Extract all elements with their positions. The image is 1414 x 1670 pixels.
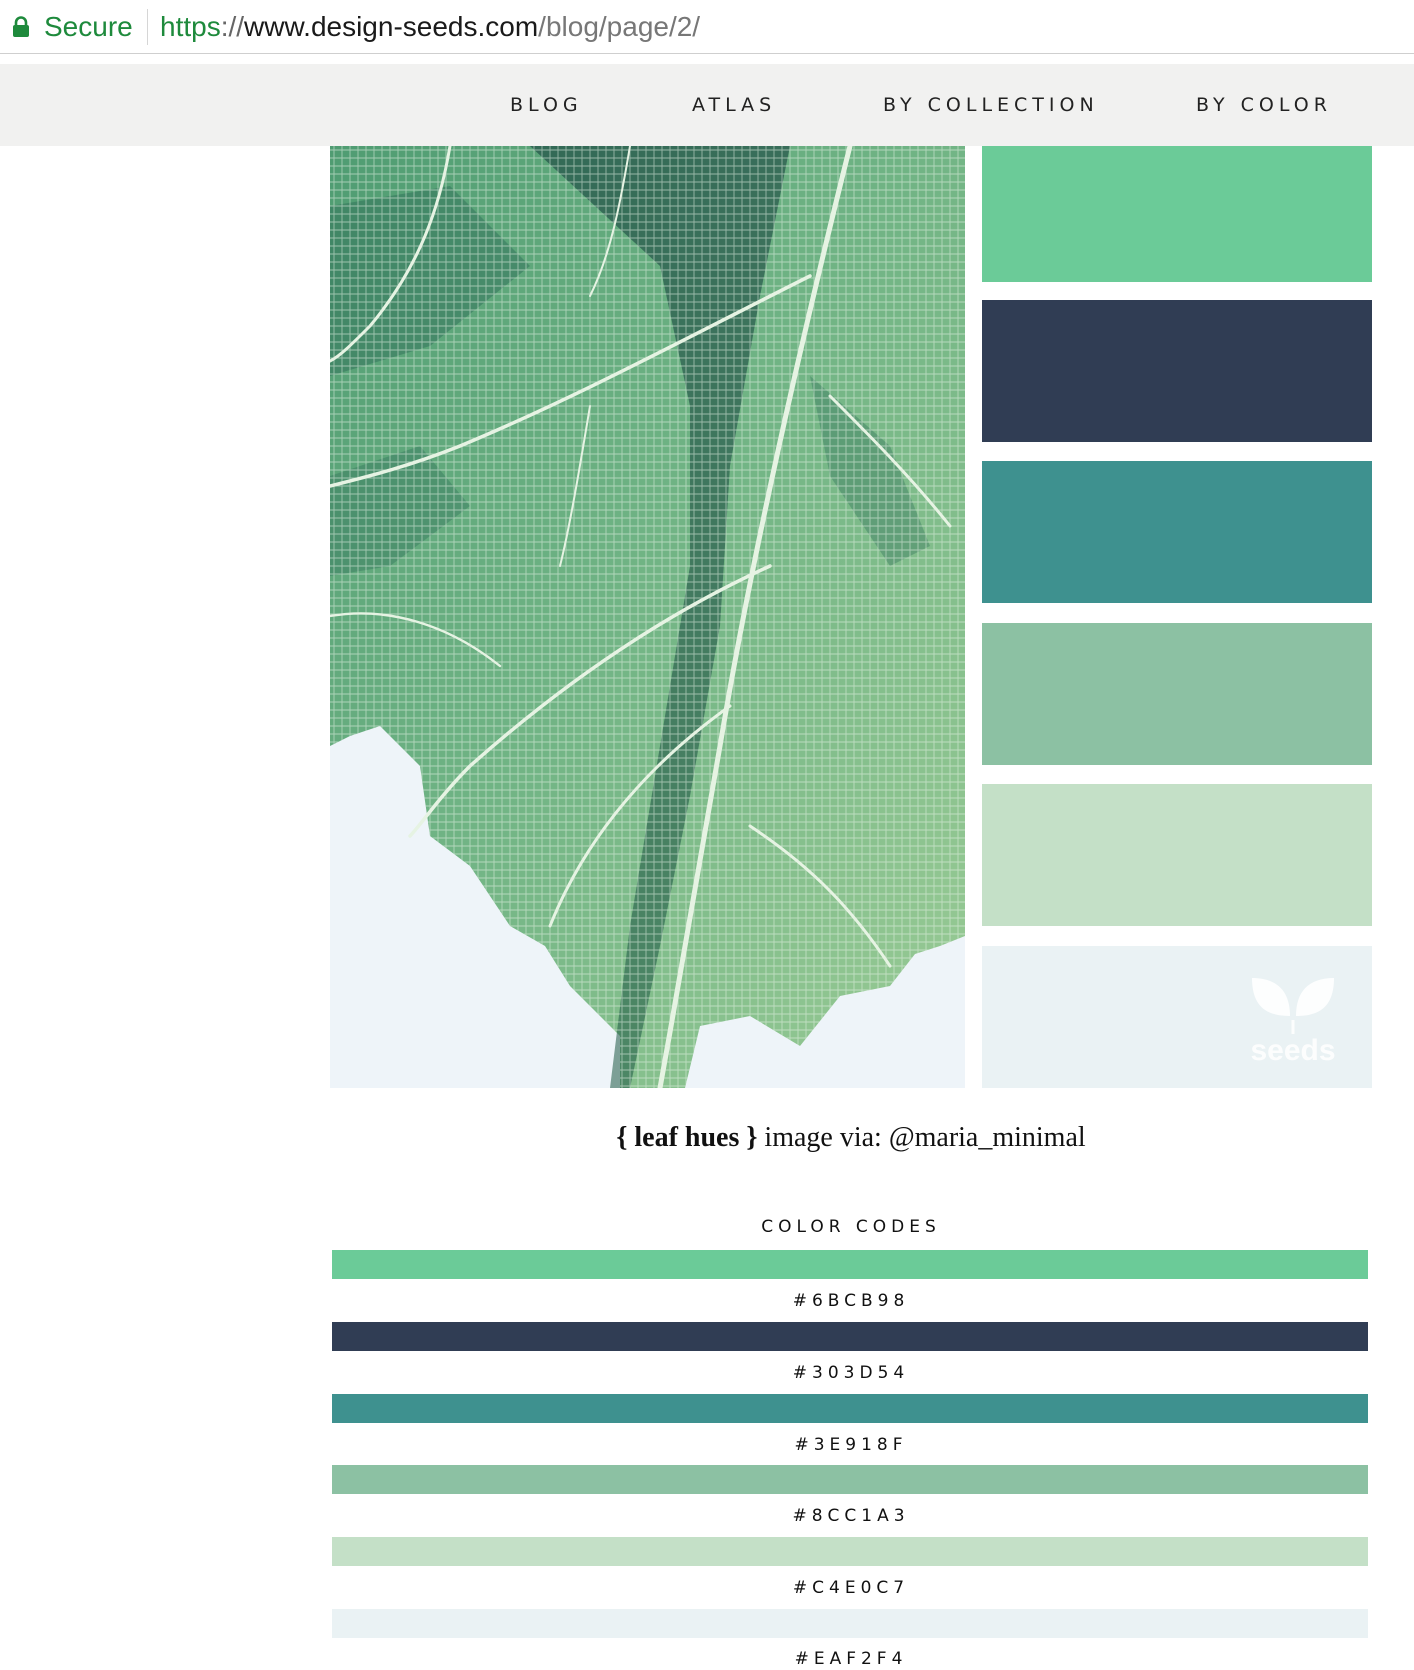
nav-by-collection[interactable]: BY COLLECTION [883, 94, 1099, 116]
code-label-4: #8CC1A3 [792, 1506, 910, 1526]
code-label-1: #6BCB98 [792, 1291, 910, 1311]
code-label-5: #C4E0C7 [792, 1578, 910, 1598]
nav-blog[interactable]: BLOG [510, 94, 583, 116]
swatch-1 [982, 146, 1372, 282]
url-separator: :// [220, 11, 245, 42]
site-nav: BLOG ATLAS BY COLLECTION BY COLOR [0, 64, 1414, 146]
palette-caption: { leaf hues } image via: @maria_minimal [330, 1122, 1372, 1154]
code-bar-6 [332, 1609, 1368, 1638]
seeds-logo: seeds [1250, 978, 1336, 1066]
leaf-photo [330, 146, 965, 1088]
secure-label: Secure [44, 11, 133, 42]
color-codes-heading: COLOR CODES [761, 1217, 941, 1237]
caption-open: { [616, 1122, 635, 1153]
swatch-2 [982, 300, 1372, 442]
caption-close: } [739, 1122, 758, 1153]
code-label-2: #303D54 [792, 1363, 910, 1383]
url-path: /blog/page/2/ [538, 11, 701, 42]
seeds-logo-text: seeds [1250, 1034, 1335, 1066]
code-bar-3 [332, 1394, 1368, 1423]
address-divider [147, 9, 148, 45]
swatch-6: seeds [982, 946, 1372, 1088]
swatch-5 [982, 784, 1372, 926]
caption-credit[interactable]: image via: @maria_minimal [757, 1122, 1085, 1153]
code-bar-1 [332, 1250, 1368, 1279]
lock-icon [13, 16, 29, 37]
code-label-3: #3E918F [794, 1435, 908, 1455]
code-label-6: #EAF2F4 [794, 1649, 908, 1669]
url-scheme: https [160, 11, 221, 42]
code-bar-5 [332, 1537, 1368, 1566]
leaf-illustration [330, 146, 965, 1088]
address-bar: Secure https://www.design-seeds.com/blog… [0, 0, 1414, 54]
caption-title: leaf hues [634, 1122, 740, 1153]
nav-by-color[interactable]: BY COLOR [1196, 94, 1332, 116]
nav-atlas[interactable]: ATLAS [692, 94, 776, 116]
code-bar-4 [332, 1465, 1368, 1494]
url-host: www.design-seeds.com [244, 11, 539, 42]
swatch-4 [982, 623, 1372, 765]
code-bar-2 [332, 1322, 1368, 1351]
url-field[interactable]: https://www.design-seeds.com/blog/page/2… [160, 11, 700, 43]
swatch-3 [982, 461, 1372, 603]
